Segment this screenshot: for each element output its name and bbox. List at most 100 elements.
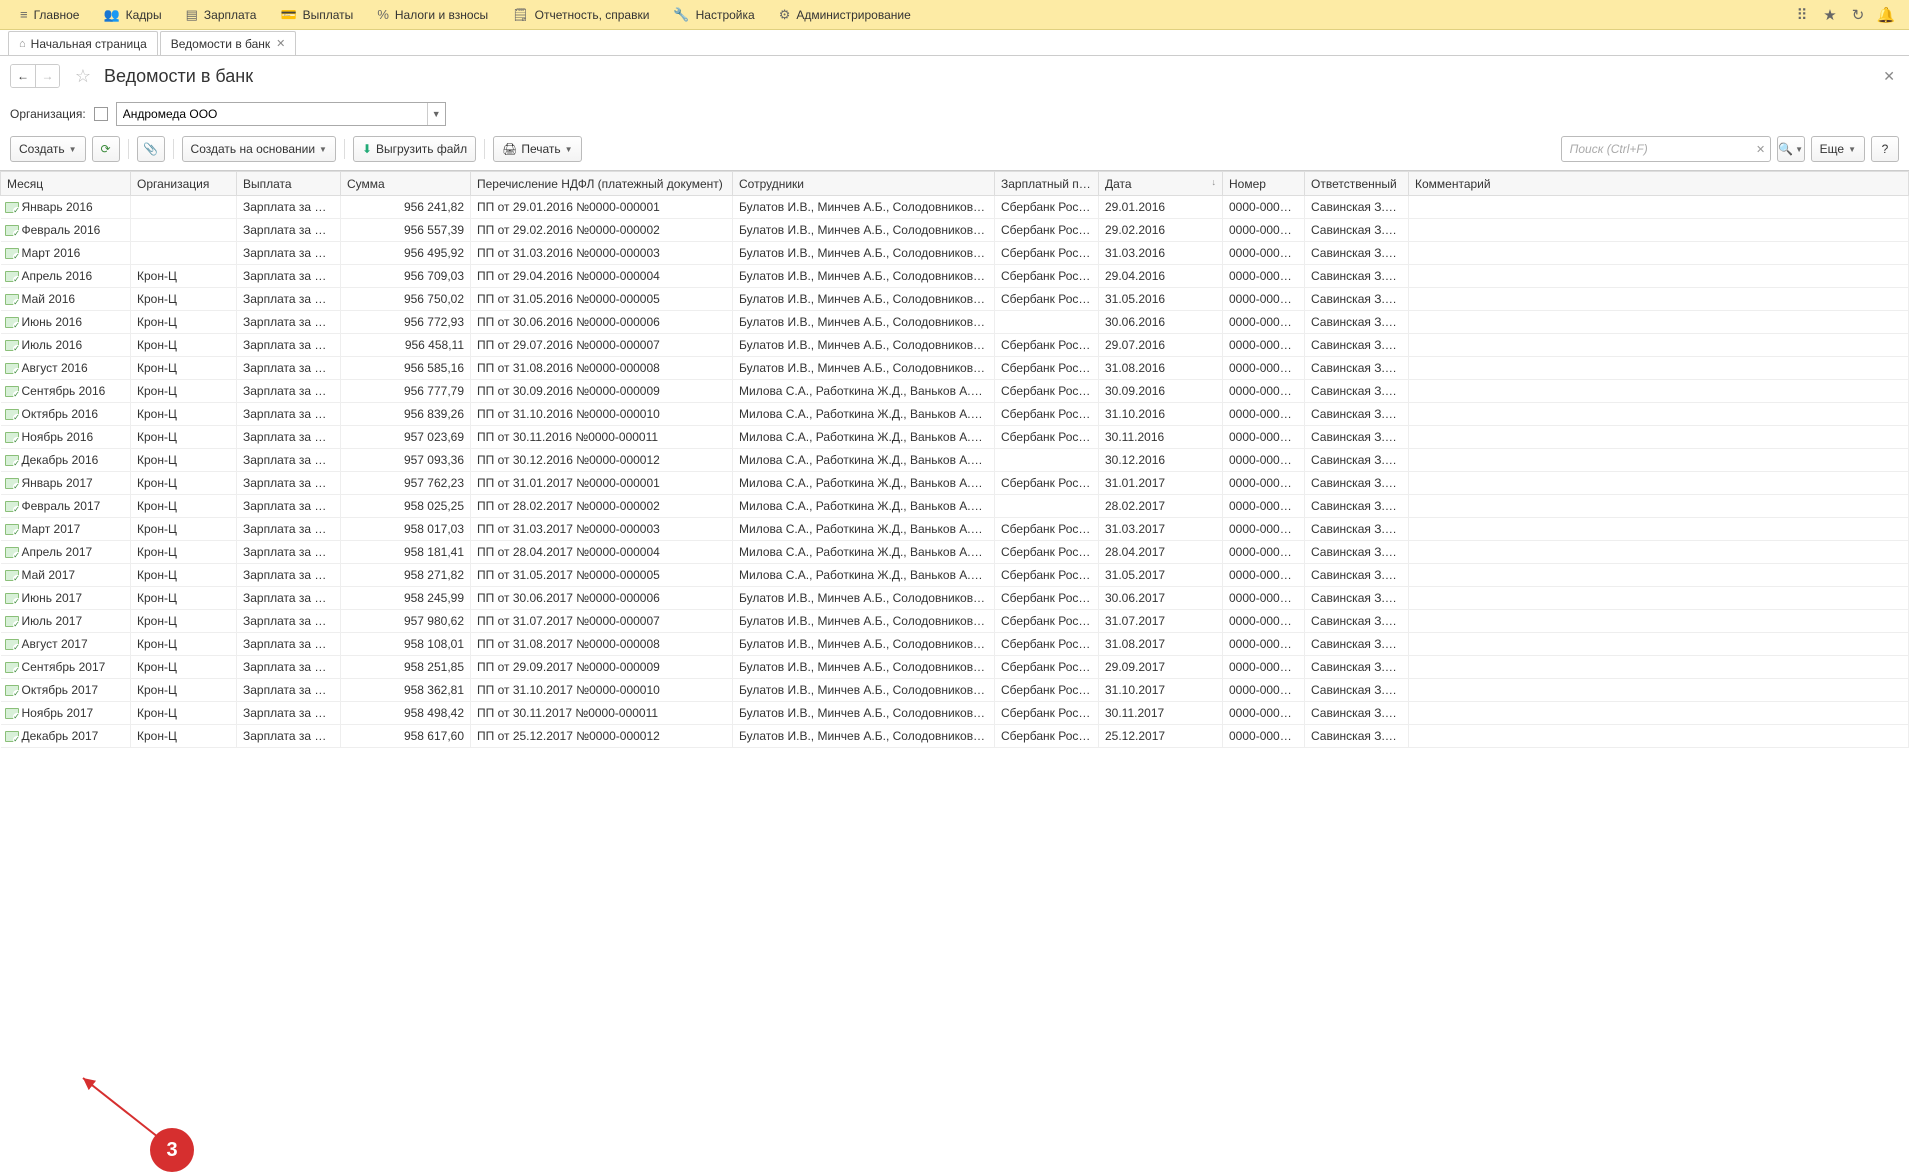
cell-emp: Булатов И.В., Минчев А.Б., Солодовникова… (733, 288, 995, 311)
org-filter-label: Организация: (10, 107, 86, 121)
table-row[interactable]: Январь 2017Крон-ЦЗарплата за мес...957 7… (1, 472, 1909, 495)
col-emp[interactable]: Сотрудники (733, 172, 995, 196)
table-row[interactable]: Октябрь 2017Крон-ЦЗарплата за мес...958 … (1, 679, 1909, 702)
table-row[interactable]: Январь 2016Зарплата за мес...956 241,82П… (1, 196, 1909, 219)
table-row[interactable]: Июль 2017Крон-ЦЗарплата за мес...957 980… (1, 610, 1909, 633)
separator (128, 139, 129, 159)
menu-label: Главное (34, 8, 80, 22)
cell-comm (1409, 518, 1909, 541)
table-row[interactable]: Сентябрь 2017Крон-ЦЗарплата за мес...958… (1, 656, 1909, 679)
bell-icon[interactable]: 🔔 (1877, 6, 1895, 24)
tab-1[interactable]: Ведомости в банк✕ (160, 31, 297, 55)
document-icon (5, 731, 19, 742)
cell-comm (1409, 587, 1909, 610)
org-filter-dropdown[interactable]: ▼ (427, 103, 445, 125)
table-row[interactable]: Май 2017Крон-ЦЗарплата за мес...958 271,… (1, 564, 1909, 587)
table-row[interactable]: Март 2016Зарплата за мес...956 495,92ПП … (1, 242, 1909, 265)
cell-month: Октябрь 2017 (1, 679, 131, 702)
grid-container[interactable]: Месяц Организация Выплата Сумма Перечисл… (0, 170, 1909, 926)
col-org[interactable]: Организация (131, 172, 237, 196)
col-ndfl[interactable]: Перечисление НДФЛ (платежный документ) (471, 172, 733, 196)
cell-comm (1409, 426, 1909, 449)
cell-ndfl: ПП от 29.01.2016 №0000-000001 (471, 196, 733, 219)
org-filter-combo[interactable]: ▼ (116, 102, 446, 126)
menu-item-3[interactable]: 💳Выплаты (268, 0, 365, 30)
table-row[interactable]: Август 2016Крон-ЦЗарплата за мес...956 5… (1, 357, 1909, 380)
cell-date: 31.03.2016 (1099, 242, 1223, 265)
history-icon[interactable]: ↻ (1849, 6, 1867, 24)
menu-item-0[interactable]: ≡Главное (8, 0, 91, 30)
cell-pay: Зарплата за мес... (237, 518, 341, 541)
cell-month: Май 2017 (1, 564, 131, 587)
cell-sum: 957 980,62 (341, 610, 471, 633)
col-date[interactable]: Дата↓ (1099, 172, 1223, 196)
tab-close-icon[interactable]: ✕ (276, 37, 285, 50)
table-row[interactable]: Август 2017Крон-ЦЗарплата за мес...958 1… (1, 633, 1909, 656)
table-row[interactable]: Ноябрь 2017Крон-ЦЗарплата за мес...958 4… (1, 702, 1909, 725)
menu-item-6[interactable]: 🔧Настройка (661, 0, 766, 30)
col-proj[interactable]: Зарплатный про... (995, 172, 1099, 196)
menu-item-4[interactable]: %Налоги и взносы (365, 0, 500, 30)
nav-forward-button[interactable]: → (35, 65, 59, 87)
cell-emp: Булатов И.В., Минчев А.Б., Солодовникова… (733, 357, 995, 380)
favorite-icon[interactable]: ★ (1821, 6, 1839, 24)
table-row[interactable]: Май 2016Крон-ЦЗарплата за мес...956 750,… (1, 288, 1909, 311)
nav-back-button[interactable]: ← (11, 65, 35, 87)
star-icon[interactable]: ☆ (72, 65, 94, 87)
org-filter-input[interactable] (117, 107, 427, 121)
document-icon (5, 317, 19, 328)
cell-month: Сентябрь 2017 (1, 656, 131, 679)
table-row[interactable]: Июнь 2017Крон-ЦЗарплата за мес...958 245… (1, 587, 1909, 610)
menu-icon: 💳 (280, 7, 296, 23)
search-clear-button[interactable]: ✕ (1752, 143, 1770, 156)
print-button[interactable]: 🖨Печать▼ (493, 136, 581, 162)
cell-resp: Савинская З.Ю.... (1305, 679, 1409, 702)
search-input[interactable] (1562, 142, 1752, 156)
menu-item-7[interactable]: ⚙Администрирование (767, 0, 923, 30)
table-row[interactable]: Ноябрь 2016Крон-ЦЗарплата за мес...957 0… (1, 426, 1909, 449)
col-sum[interactable]: Сумма (341, 172, 471, 196)
table-row[interactable]: Апрель 2017Крон-ЦЗарплата за мес...958 1… (1, 541, 1909, 564)
col-resp[interactable]: Ответственный (1305, 172, 1409, 196)
table-row[interactable]: Сентябрь 2016Крон-ЦЗарплата за мес...956… (1, 380, 1909, 403)
tab-0[interactable]: ⌂Начальная страница (8, 31, 158, 55)
table-row[interactable]: Декабрь 2016Крон-ЦЗарплата за мес...957 … (1, 449, 1909, 472)
table-row[interactable]: Декабрь 2017Крон-ЦЗарплата за мес...958 … (1, 725, 1909, 748)
col-num[interactable]: Номер (1223, 172, 1305, 196)
cell-sum: 957 762,23 (341, 472, 471, 495)
create-button[interactable]: Создать▼ (10, 136, 86, 162)
table-row[interactable]: Февраль 2016Зарплата за мес...956 557,39… (1, 219, 1909, 242)
more-button[interactable]: Еще▼ (1811, 136, 1865, 162)
attach-button[interactable]: 📎 (137, 136, 165, 162)
menu-icon: ⚙ (779, 7, 791, 23)
col-pay[interactable]: Выплата (237, 172, 341, 196)
refresh-button[interactable]: ⟳ (92, 136, 120, 162)
menu-item-5[interactable]: 🗒Отчетность, справки (500, 0, 661, 30)
col-comm[interactable]: Комментарий (1409, 172, 1909, 196)
table-row[interactable]: Июль 2016Крон-ЦЗарплата за мес...956 458… (1, 334, 1909, 357)
org-filter-checkbox[interactable] (94, 107, 108, 121)
menu-item-1[interactable]: 👥Кадры (91, 0, 173, 30)
cell-comm (1409, 541, 1909, 564)
col-month[interactable]: Месяц (1, 172, 131, 196)
print-icon: 🖨 (502, 142, 517, 156)
find-button[interactable]: 🔍▼ (1777, 136, 1805, 162)
cell-month: Август 2016 (1, 357, 131, 380)
table-row[interactable]: Апрель 2016Крон-ЦЗарплата за мес...956 7… (1, 265, 1909, 288)
cell-month: Ноябрь 2016 (1, 426, 131, 449)
cell-sum: 957 093,36 (341, 449, 471, 472)
cell-ndfl: ПП от 28.02.2017 №0000-000002 (471, 495, 733, 518)
table-row[interactable]: Март 2017Крон-ЦЗарплата за мес...958 017… (1, 518, 1909, 541)
cell-proj: Сбербанк Росси... (995, 725, 1099, 748)
help-button[interactable]: ? (1871, 136, 1899, 162)
close-page-button[interactable]: ✕ (1879, 68, 1899, 85)
table-row[interactable]: Октябрь 2016Крон-ЦЗарплата за мес...956 … (1, 403, 1909, 426)
search-box: ✕ (1561, 136, 1771, 162)
create-base-button[interactable]: Создать на основании▼ (182, 136, 336, 162)
menu-item-2[interactable]: ▤Зарплата (174, 0, 269, 30)
table-row[interactable]: Июнь 2016Крон-ЦЗарплата за мес...956 772… (1, 311, 1909, 334)
cell-proj: Сбербанк Росси... (995, 265, 1099, 288)
table-row[interactable]: Февраль 2017Крон-ЦЗарплата за мес...958 … (1, 495, 1909, 518)
apps-icon[interactable]: ⠿ (1793, 6, 1811, 24)
export-button[interactable]: ⬇Выгрузить файл (353, 136, 476, 162)
